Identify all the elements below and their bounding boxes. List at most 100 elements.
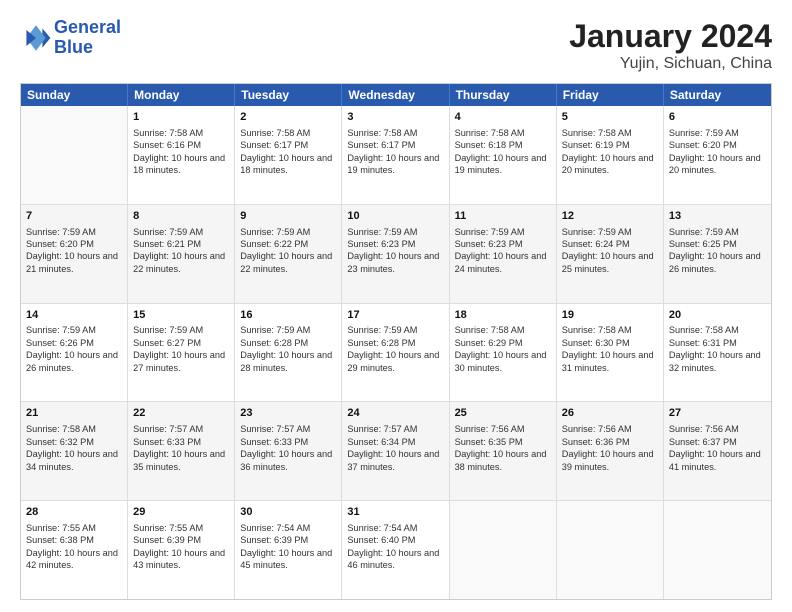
calendar-day-4: 4Sunrise: 7:58 AMSunset: 6:18 PMDaylight… — [450, 106, 557, 204]
logo: General Blue — [20, 18, 121, 58]
calendar-day-18: 18Sunrise: 7:58 AMSunset: 6:29 PMDayligh… — [450, 304, 557, 402]
daylight-text: Daylight: 10 hours and 36 minutes. — [240, 448, 336, 473]
daylight-text: Daylight: 10 hours and 19 minutes. — [347, 152, 443, 177]
calendar-empty-cell — [664, 501, 771, 599]
daylight-text: Daylight: 10 hours and 25 minutes. — [562, 250, 658, 275]
calendar-day-9: 9 Sunrise: 7:59 AMSunset: 6:22 PMDaylight… — [235, 205, 342, 303]
sunset-text: Sunset: 6:31 PM — [669, 337, 766, 349]
calendar-day-14: 14Sunrise: 7:59 AMSunset: 6:26 PMDayligh… — [21, 304, 128, 402]
calendar-week-4: 21Sunrise: 7:58 AMSunset: 6:32 PMDayligh… — [21, 401, 771, 500]
daylight-text: Daylight: 10 hours and 20 minutes. — [562, 152, 658, 177]
sunset-text: Sunset: 6:38 PM — [26, 534, 122, 546]
sunset-text: Sunset: 6:35 PM — [455, 436, 551, 448]
calendar-day-11: 11Sunrise: 7:59 AMSunset: 6:23 PMDayligh… — [450, 205, 557, 303]
sunset-text: Sunset: 6:16 PM — [133, 139, 229, 151]
daylight-text: Daylight: 10 hours and 22 minutes. — [240, 250, 336, 275]
calendar-day-28: 28Sunrise: 7:55 AMSunset: 6:38 PMDayligh… — [21, 501, 128, 599]
calendar-day-8: 8Sunrise: 7:59 AMSunset: 6:21 PMDaylight… — [128, 205, 235, 303]
day-number: 13 — [669, 209, 766, 224]
calendar-day-26: 26Sunrise: 7:56 AMSunset: 6:36 PMDayligh… — [557, 402, 664, 500]
header-day-monday: Monday — [128, 84, 235, 106]
sunset-text: Sunset: 6:39 PM — [133, 534, 229, 546]
sunrise-text: Sunrise: 7:59 AM — [26, 226, 122, 238]
sunrise-text: Sunrise: 7:54 AM — [347, 522, 443, 534]
daylight-text: Daylight: 10 hours and 26 minutes. — [26, 349, 122, 374]
sunset-text: Sunset: 6:26 PM — [26, 337, 122, 349]
calendar-header: SundayMondayTuesdayWednesdayThursdayFrid… — [21, 84, 771, 106]
daylight-text: Daylight: 10 hours and 26 minutes. — [669, 250, 766, 275]
page: General Blue January 2024 Yujin, Sichuan… — [0, 0, 792, 612]
day-number: 25 — [455, 406, 551, 421]
daylight-text: Daylight: 10 hours and 18 minutes. — [133, 152, 229, 177]
header-day-tuesday: Tuesday — [235, 84, 342, 106]
sunset-text: Sunset: 6:23 PM — [347, 238, 443, 250]
sunrise-text: Sunrise: 7:56 AM — [455, 423, 551, 435]
sunset-text: Sunset: 6:23 PM — [455, 238, 551, 250]
calendar-empty-cell — [21, 106, 128, 204]
day-number: 29 — [133, 505, 229, 520]
daylight-text: Daylight: 10 hours and 18 minutes. — [240, 152, 336, 177]
sunset-text: Sunset: 6:32 PM — [26, 436, 122, 448]
sunrise-text: Sunrise: 7:59 AM — [133, 324, 229, 336]
sunset-text: Sunset: 6:36 PM — [562, 436, 658, 448]
day-number: 9 — [240, 209, 336, 224]
sunrise-text: Sunrise: 7:58 AM — [562, 127, 658, 139]
calendar-day-2: 2Sunrise: 7:58 AMSunset: 6:17 PMDaylight… — [235, 106, 342, 204]
sunrise-text: Sunrise: 7:58 AM — [240, 127, 336, 139]
calendar-day-21: 21Sunrise: 7:58 AMSunset: 6:32 PMDayligh… — [21, 402, 128, 500]
sunrise-text: Sunrise: 7:59 AM — [26, 324, 122, 336]
day-number: 27 — [669, 406, 766, 421]
day-number: 12 — [562, 209, 658, 224]
day-number: 4 — [455, 110, 551, 125]
calendar-day-20: 20Sunrise: 7:58 AMSunset: 6:31 PMDayligh… — [664, 304, 771, 402]
calendar-day-1: 1Sunrise: 7:58 AMSunset: 6:16 PMDaylight… — [128, 106, 235, 204]
sunset-text: Sunset: 6:34 PM — [347, 436, 443, 448]
sunset-text: Sunset: 6:24 PM — [562, 238, 658, 250]
sunset-text: Sunset: 6:20 PM — [669, 139, 766, 151]
daylight-text: Daylight: 10 hours and 46 minutes. — [347, 547, 443, 572]
day-number: 17 — [347, 308, 443, 323]
calendar-day-19: 19Sunrise: 7:58 AMSunset: 6:30 PMDayligh… — [557, 304, 664, 402]
sunrise-text: Sunrise: 7:58 AM — [669, 324, 766, 336]
sunrise-text: Sunrise: 7:57 AM — [240, 423, 336, 435]
day-number: 1 — [133, 110, 229, 125]
daylight-text: Daylight: 10 hours and 35 minutes. — [133, 448, 229, 473]
calendar-week-3: 14Sunrise: 7:59 AMSunset: 6:26 PMDayligh… — [21, 303, 771, 402]
daylight-text: Daylight: 10 hours and 24 minutes. — [455, 250, 551, 275]
sunset-text: Sunset: 6:28 PM — [240, 337, 336, 349]
sunrise-text: Sunrise: 7:54 AM — [240, 522, 336, 534]
sunset-text: Sunset: 6:25 PM — [669, 238, 766, 250]
daylight-text: Daylight: 10 hours and 27 minutes. — [133, 349, 229, 374]
day-number: 7 — [26, 209, 122, 224]
calendar-day-22: 22Sunrise: 7:57 AMSunset: 6:33 PMDayligh… — [128, 402, 235, 500]
daylight-text: Daylight: 10 hours and 20 minutes. — [669, 152, 766, 177]
sunset-text: Sunset: 6:39 PM — [240, 534, 336, 546]
daylight-text: Daylight: 10 hours and 45 minutes. — [240, 547, 336, 572]
day-number: 31 — [347, 505, 443, 520]
header-day-sunday: Sunday — [21, 84, 128, 106]
header-day-friday: Friday — [557, 84, 664, 106]
day-number: 3 — [347, 110, 443, 125]
calendar-day-3: 3Sunrise: 7:58 AMSunset: 6:17 PMDaylight… — [342, 106, 449, 204]
calendar-empty-cell — [557, 501, 664, 599]
day-number: 18 — [455, 308, 551, 323]
logo-name: General Blue — [54, 18, 121, 58]
day-number: 5 — [562, 110, 658, 125]
sunrise-text: Sunrise: 7:59 AM — [347, 324, 443, 336]
calendar-day-17: 17Sunrise: 7:59 AMSunset: 6:28 PMDayligh… — [342, 304, 449, 402]
day-number: 30 — [240, 505, 336, 520]
header-day-wednesday: Wednesday — [342, 84, 449, 106]
sunrise-text: Sunrise: 7:59 AM — [669, 127, 766, 139]
calendar-day-6: 6Sunrise: 7:59 AMSunset: 6:20 PMDaylight… — [664, 106, 771, 204]
sunrise-text: Sunrise: 7:59 AM — [240, 226, 336, 238]
daylight-text: Daylight: 10 hours and 34 minutes. — [26, 448, 122, 473]
sunset-text: Sunset: 6:37 PM — [669, 436, 766, 448]
sunrise-text: Sunrise: 7:58 AM — [562, 324, 658, 336]
calendar-day-25: 25Sunrise: 7:56 AMSunset: 6:35 PMDayligh… — [450, 402, 557, 500]
header: General Blue January 2024 Yujin, Sichuan… — [20, 18, 772, 73]
daylight-text: Daylight: 10 hours and 31 minutes. — [562, 349, 658, 374]
daylight-text: Daylight: 10 hours and 22 minutes. — [133, 250, 229, 275]
sunset-text: Sunset: 6:22 PM — [240, 238, 336, 250]
daylight-text: Daylight: 10 hours and 37 minutes. — [347, 448, 443, 473]
sunrise-text: Sunrise: 7:55 AM — [133, 522, 229, 534]
